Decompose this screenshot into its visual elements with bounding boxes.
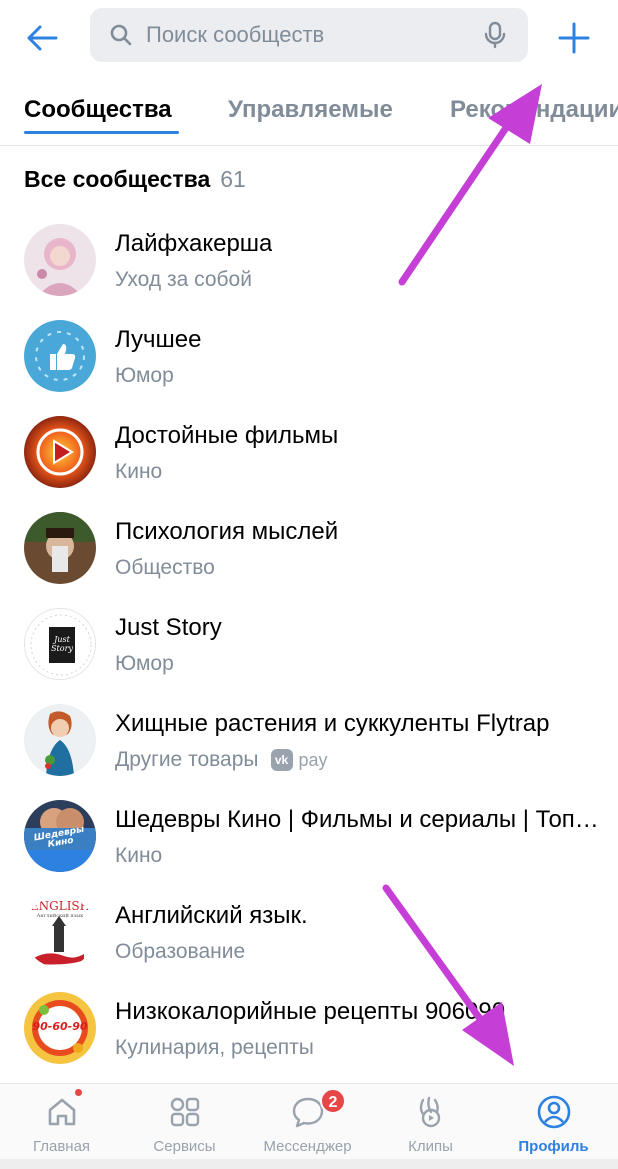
community-name: Низкокалорийные рецепты 906090 — [115, 998, 506, 1025]
section-title: Все сообщества — [24, 166, 211, 192]
community-category: Юмор — [115, 652, 174, 675]
community-category: Уход за собой — [115, 268, 252, 291]
active-tab-indicator — [24, 131, 179, 134]
search-input[interactable] — [146, 8, 466, 62]
profile-icon — [537, 1095, 570, 1129]
community-avatar — [24, 704, 96, 776]
community-avatar — [24, 512, 96, 584]
community-category: Другие товары vk pay — [115, 748, 328, 772]
nav-label: Сервисы — [153, 1138, 216, 1155]
community-category-text: Другие товары — [115, 748, 259, 771]
community-name: Хищные растения и суккуленты Flytrap — [115, 710, 550, 737]
avatar-book-title: Just Story — [51, 635, 73, 653]
microphone-icon[interactable] — [480, 20, 510, 50]
community-avatar: 90-60-90 — [24, 992, 96, 1064]
community-name: Шедевры Кино | Фильмы и сериалы | Топ фи… — [115, 806, 600, 833]
community-category: Юмор — [115, 364, 174, 387]
plus-icon — [558, 22, 590, 54]
list-item[interactable]: Достойные фильмы Кино — [0, 408, 618, 504]
clips-icon — [419, 1096, 440, 1128]
community-name: Психология мыслей — [115, 518, 339, 545]
vk-pay-label: pay — [298, 749, 328, 770]
avatar-logo-title: ENGLISH — [29, 899, 91, 913]
arrow-left-icon — [27, 25, 58, 51]
list-item[interactable]: Шедевры Кино Шедевры Кино | Фильмы и сер… — [0, 792, 618, 888]
community-category: Кино — [115, 460, 163, 483]
nav-label: Главная — [32, 1138, 91, 1155]
avatar-logo-text: 90-60-90 — [32, 1020, 88, 1033]
nav-services[interactable]: Сервисы — [123, 1084, 246, 1160]
search-bar[interactable] — [90, 8, 528, 62]
community-avatar — [24, 416, 96, 488]
community-avatar: Just Story — [24, 608, 96, 680]
notification-dot — [74, 1088, 83, 1097]
back-button[interactable] — [20, 18, 64, 58]
list-item[interactable]: Хищные растения и суккуленты Flytrap Дру… — [0, 696, 618, 792]
create-community-button[interactable] — [548, 16, 600, 60]
system-navigation-bar — [0, 1159, 618, 1169]
tab-recommendations[interactable]: Рекомендации — [450, 96, 618, 124]
list-item[interactable]: Лучшее Юмор — [0, 312, 618, 408]
community-avatar: Шедевры Кино — [24, 800, 96, 872]
community-avatar: ENGLISH Английский язык — [24, 896, 96, 968]
section-header: Все сообщества 61 — [24, 166, 246, 193]
community-category: Кулинария, рецепты — [115, 1036, 314, 1059]
nav-profile[interactable]: Профиль — [492, 1084, 615, 1160]
nav-label: Клипы — [408, 1138, 453, 1155]
community-avatar — [24, 320, 96, 392]
community-category: Общество — [115, 556, 215, 579]
community-list: Лайфхакерша Уход за собой Лучшее Юмор До… — [0, 216, 618, 1080]
community-avatar — [24, 224, 96, 296]
list-item[interactable]: Психология мыслей Общество — [0, 504, 618, 600]
services-icon — [170, 1097, 199, 1127]
top-bar — [0, 0, 618, 72]
tab-managed[interactable]: Управляемые — [228, 96, 393, 124]
list-item[interactable]: Лайфхакерша Уход за собой — [0, 216, 618, 312]
section-count: 61 — [220, 166, 246, 192]
community-name: Just Story — [115, 614, 222, 641]
bottom-navigation: Главная Сервисы 2 Мессенджер Клипы Профи… — [0, 1083, 618, 1159]
tab-bar: Сообщества Управляемые Рекомендации — [0, 80, 618, 146]
tab-communities[interactable]: Сообщества — [24, 96, 172, 124]
vk-logo-icon: vk — [270, 749, 293, 772]
home-icon — [48, 1098, 75, 1126]
vk-pay-badge: vk pay — [270, 749, 328, 772]
list-item[interactable]: ENGLISH Английский язык Английский язык.… — [0, 888, 618, 984]
nav-label: Мессенджер — [263, 1138, 352, 1155]
nav-home[interactable]: Главная — [0, 1084, 123, 1160]
list-item[interactable]: 90-60-90 Низкокалорийные рецепты 906090 … — [0, 984, 618, 1080]
community-name: Лайфхакерша — [115, 230, 273, 257]
list-item[interactable]: Just Story Just Story Юмор — [0, 600, 618, 696]
community-name: Лучшее — [115, 326, 202, 353]
nav-messenger[interactable]: 2 Мессенджер — [246, 1084, 369, 1160]
nav-label: Профиль — [518, 1138, 589, 1155]
community-category: Кино — [115, 844, 163, 867]
nav-clips[interactable]: Клипы — [369, 1084, 492, 1160]
unread-badge: 2 — [320, 1088, 346, 1114]
community-name: Достойные фильмы — [115, 422, 339, 449]
search-icon — [110, 24, 132, 46]
community-name: Английский язык. — [115, 902, 308, 929]
avatar-logo-subtitle: Английский язык — [36, 913, 84, 919]
community-category: Образование — [115, 940, 246, 963]
